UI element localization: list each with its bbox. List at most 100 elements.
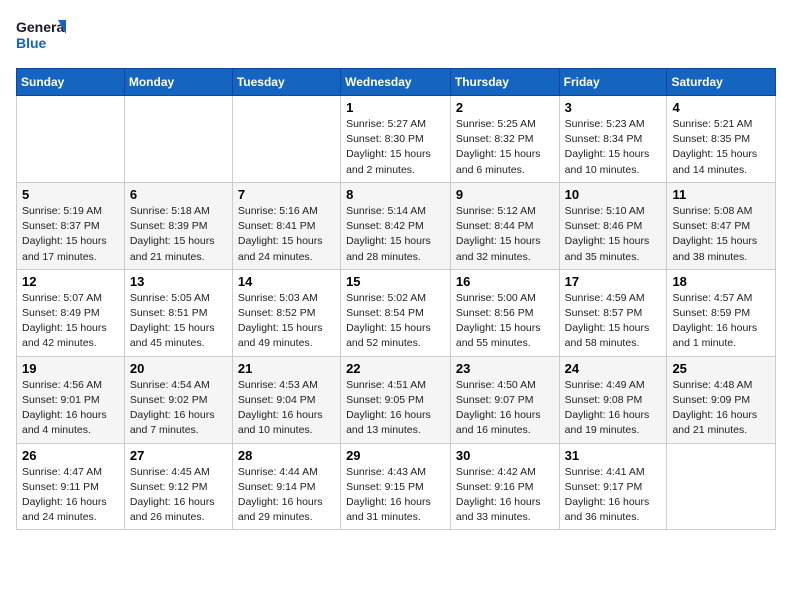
svg-text:General: General [16,19,66,35]
day-info: Sunrise: 5:10 AM Sunset: 8:46 PM Dayligh… [565,204,662,265]
calendar-week-row: 5 Sunrise: 5:19 AM Sunset: 8:37 PM Daylig… [17,182,776,269]
calendar-cell: 29 Sunrise: 4:43 AM Sunset: 9:15 PM Dayli… [341,443,451,530]
day-info: Sunrise: 5:07 AM Sunset: 8:49 PM Dayligh… [22,291,119,352]
calendar-cell: 6 Sunrise: 5:18 AM Sunset: 8:39 PM Daylig… [124,182,232,269]
day-info: Sunrise: 5:23 AM Sunset: 8:34 PM Dayligh… [565,117,662,178]
day-number: 10 [565,187,662,202]
day-info: Sunrise: 4:54 AM Sunset: 9:02 PM Dayligh… [130,378,227,439]
logo-icon: GeneralBlue [16,16,66,56]
day-info: Sunrise: 5:25 AM Sunset: 8:32 PM Dayligh… [456,117,554,178]
calendar-cell: 20 Sunrise: 4:54 AM Sunset: 9:02 PM Dayli… [124,356,232,443]
day-info: Sunrise: 4:56 AM Sunset: 9:01 PM Dayligh… [22,378,119,439]
weekday-header-monday: Monday [124,69,232,96]
day-info: Sunrise: 5:00 AM Sunset: 8:56 PM Dayligh… [456,291,554,352]
day-info: Sunrise: 5:05 AM Sunset: 8:51 PM Dayligh… [130,291,227,352]
day-info: Sunrise: 4:42 AM Sunset: 9:16 PM Dayligh… [456,465,554,526]
day-number: 26 [22,448,119,463]
day-number: 6 [130,187,227,202]
day-info: Sunrise: 4:50 AM Sunset: 9:07 PM Dayligh… [456,378,554,439]
day-number: 28 [238,448,335,463]
day-number: 31 [565,448,662,463]
calendar-cell: 19 Sunrise: 4:56 AM Sunset: 9:01 PM Dayli… [17,356,125,443]
calendar-week-row: 1 Sunrise: 5:27 AM Sunset: 8:30 PM Daylig… [17,96,776,183]
calendar-cell: 31 Sunrise: 4:41 AM Sunset: 9:17 PM Dayli… [559,443,667,530]
day-info: Sunrise: 4:59 AM Sunset: 8:57 PM Dayligh… [565,291,662,352]
day-number: 24 [565,361,662,376]
calendar-cell [232,96,340,183]
weekday-header-row: SundayMondayTuesdayWednesdayThursdayFrid… [17,69,776,96]
calendar-cell: 30 Sunrise: 4:42 AM Sunset: 9:16 PM Dayli… [450,443,559,530]
day-info: Sunrise: 4:43 AM Sunset: 9:15 PM Dayligh… [346,465,445,526]
calendar-cell [124,96,232,183]
day-number: 8 [346,187,445,202]
day-info: Sunrise: 4:48 AM Sunset: 9:09 PM Dayligh… [672,378,770,439]
page-header: GeneralBlue [16,16,776,56]
calendar-cell: 22Sunrise: 4:51 AM Sunset: 9:05 PM Dayli… [341,356,451,443]
day-number: 22 [346,361,445,376]
day-number: 23 [456,361,554,376]
calendar-cell: 3 Sunrise: 5:23 AM Sunset: 8:34 PM Daylig… [559,96,667,183]
day-number: 11 [672,187,770,202]
calendar-cell: 4Sunrise: 5:21 AM Sunset: 8:35 PM Daylig… [667,96,776,183]
calendar-cell [667,443,776,530]
calendar-cell: 16 Sunrise: 5:00 AM Sunset: 8:56 PM Dayli… [450,269,559,356]
day-info: Sunrise: 4:44 AM Sunset: 9:14 PM Dayligh… [238,465,335,526]
day-number: 5 [22,187,119,202]
calendar-body: 1 Sunrise: 5:27 AM Sunset: 8:30 PM Daylig… [17,96,776,530]
day-number: 18 [672,274,770,289]
calendar-week-row: 12Sunrise: 5:07 AM Sunset: 8:49 PM Dayli… [17,269,776,356]
calendar-week-row: 26Sunrise: 4:47 AM Sunset: 9:11 PM Dayli… [17,443,776,530]
calendar-table: SundayMondayTuesdayWednesdayThursdayFrid… [16,68,776,530]
weekday-header-sunday: Sunday [17,69,125,96]
calendar-cell: 25Sunrise: 4:48 AM Sunset: 9:09 PM Dayli… [667,356,776,443]
day-info: Sunrise: 4:45 AM Sunset: 9:12 PM Dayligh… [130,465,227,526]
day-number: 15 [346,274,445,289]
day-info: Sunrise: 5:27 AM Sunset: 8:30 PM Dayligh… [346,117,445,178]
calendar-cell: 17 Sunrise: 4:59 AM Sunset: 8:57 PM Dayli… [559,269,667,356]
calendar-cell: 7 Sunrise: 5:16 AM Sunset: 8:41 PM Daylig… [232,182,340,269]
calendar-cell: 14Sunrise: 5:03 AM Sunset: 8:52 PM Dayli… [232,269,340,356]
calendar-cell: 21Sunrise: 4:53 AM Sunset: 9:04 PM Dayli… [232,356,340,443]
calendar-cell: 12Sunrise: 5:07 AM Sunset: 8:49 PM Dayli… [17,269,125,356]
day-number: 7 [238,187,335,202]
calendar-cell: 24Sunrise: 4:49 AM Sunset: 9:08 PM Dayli… [559,356,667,443]
calendar-cell: 5 Sunrise: 5:19 AM Sunset: 8:37 PM Daylig… [17,182,125,269]
day-number: 4 [672,100,770,115]
day-info: Sunrise: 5:19 AM Sunset: 8:37 PM Dayligh… [22,204,119,265]
day-number: 19 [22,361,119,376]
calendar-cell: 13 Sunrise: 5:05 AM Sunset: 8:51 PM Dayli… [124,269,232,356]
calendar-week-row: 19 Sunrise: 4:56 AM Sunset: 9:01 PM Dayli… [17,356,776,443]
day-number: 20 [130,361,227,376]
calendar-cell: 28 Sunrise: 4:44 AM Sunset: 9:14 PM Dayli… [232,443,340,530]
day-number: 16 [456,274,554,289]
weekday-header-tuesday: Tuesday [232,69,340,96]
calendar-cell: 9Sunrise: 5:12 AM Sunset: 8:44 PM Daylig… [450,182,559,269]
calendar-cell: 23 Sunrise: 4:50 AM Sunset: 9:07 PM Dayli… [450,356,559,443]
day-number: 1 [346,100,445,115]
day-info: Sunrise: 5:14 AM Sunset: 8:42 PM Dayligh… [346,204,445,265]
day-number: 14 [238,274,335,289]
day-number: 29 [346,448,445,463]
calendar-cell [17,96,125,183]
day-info: Sunrise: 4:41 AM Sunset: 9:17 PM Dayligh… [565,465,662,526]
day-info: Sunrise: 5:16 AM Sunset: 8:41 PM Dayligh… [238,204,335,265]
day-info: Sunrise: 5:08 AM Sunset: 8:47 PM Dayligh… [672,204,770,265]
day-info: Sunrise: 5:18 AM Sunset: 8:39 PM Dayligh… [130,204,227,265]
weekday-header-friday: Friday [559,69,667,96]
weekday-header-wednesday: Wednesday [341,69,451,96]
calendar-cell: 8 Sunrise: 5:14 AM Sunset: 8:42 PM Daylig… [341,182,451,269]
day-number: 27 [130,448,227,463]
day-number: 13 [130,274,227,289]
day-number: 3 [565,100,662,115]
weekday-header-thursday: Thursday [450,69,559,96]
weekday-header-saturday: Saturday [667,69,776,96]
day-number: 17 [565,274,662,289]
calendar-cell: 27 Sunrise: 4:45 AM Sunset: 9:12 PM Dayli… [124,443,232,530]
calendar-cell: 1 Sunrise: 5:27 AM Sunset: 8:30 PM Daylig… [341,96,451,183]
calendar-cell: 10 Sunrise: 5:10 AM Sunset: 8:46 PM Dayli… [559,182,667,269]
day-number: 9 [456,187,554,202]
day-info: Sunrise: 4:53 AM Sunset: 9:04 PM Dayligh… [238,378,335,439]
day-info: Sunrise: 5:02 AM Sunset: 8:54 PM Dayligh… [346,291,445,352]
calendar-cell: 11 Sunrise: 5:08 AM Sunset: 8:47 PM Dayli… [667,182,776,269]
day-number: 30 [456,448,554,463]
